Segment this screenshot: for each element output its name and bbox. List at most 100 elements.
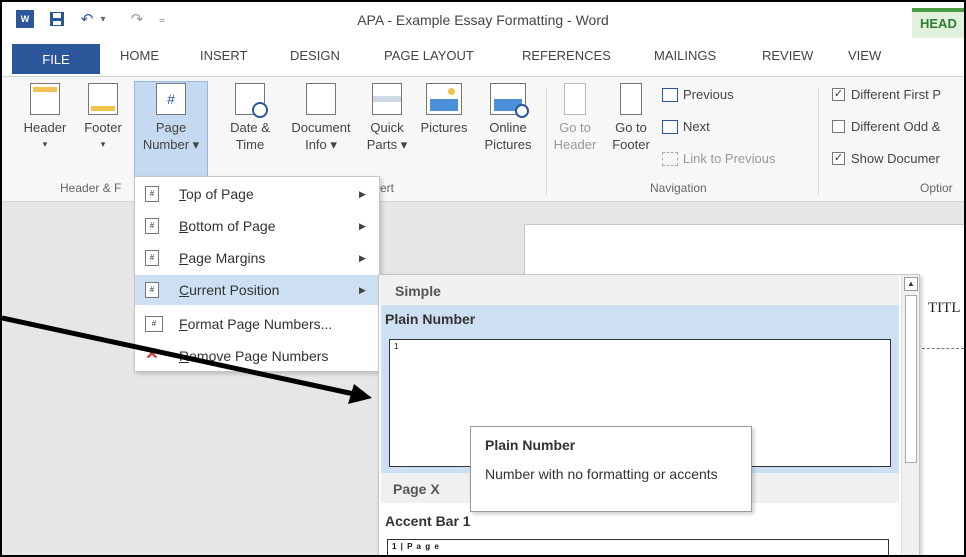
page-number-icon: # xyxy=(145,186,159,202)
go-to-header-label-line2: Header xyxy=(553,137,597,152)
online-pictures-label-line1: Online xyxy=(489,120,527,135)
tab-page-layout[interactable]: PAGE LAYOUT xyxy=(384,48,474,63)
preview-number: 1 | P a g e xyxy=(392,542,440,551)
footer-button[interactable]: Footer ▾ xyxy=(80,83,126,153)
tab-home[interactable]: HOME xyxy=(120,48,159,63)
gallery-item-accent-bar-1[interactable]: Accent Bar 1 xyxy=(385,513,471,529)
menu-item-label: Page Margins xyxy=(179,250,266,266)
page-number-label-line1: Page xyxy=(155,120,187,135)
scroll-thumb[interactable] xyxy=(905,295,917,463)
different-odd-even-checkbox[interactable]: Different Odd & xyxy=(832,119,940,134)
menu-item-page-margins[interactable]: # Page Margins ▶ xyxy=(135,243,379,273)
different-odd-even-label: Different Odd & xyxy=(851,119,941,134)
menu-item-label: Format Page Numbers... xyxy=(179,316,333,332)
previous-button[interactable]: Previous xyxy=(662,87,734,102)
menu-item-current-position[interactable]: # Current Position ▶ xyxy=(135,275,379,305)
document-info-label-line2: Info ▾ xyxy=(305,137,337,152)
word-window: W ↶ ▾ ↷ ₌ APA - Example Essay Formatting… xyxy=(0,0,966,557)
go-to-header-icon xyxy=(564,83,586,115)
menu-item-label: Bottom of Page xyxy=(179,218,276,234)
show-document-text-checkbox[interactable]: ✓ Show Documer xyxy=(832,151,940,166)
link-to-previous-label: Link to Previous xyxy=(683,151,776,166)
header-boundary-line xyxy=(922,348,964,349)
menu-item-label: Top of Page xyxy=(179,186,254,202)
page-number-menu: # Top of Page ▶ # Bottom of Page ▶ # Pag… xyxy=(134,176,380,372)
show-document-text-label: Show Documer xyxy=(851,151,940,166)
online-pictures-button[interactable]: Online Pictures xyxy=(478,83,538,153)
tab-file[interactable]: FILE xyxy=(12,44,100,74)
menu-item-remove-page-numbers[interactable]: ✕ Remove Page Numbers xyxy=(135,341,379,371)
ribbon-tab-bar: FILE HOME INSERT DESIGN PAGE LAYOUT REFE… xyxy=(2,38,964,76)
menu-item-label: Remove Page Numbers xyxy=(179,348,329,364)
go-to-footer-button[interactable]: Go to Footer xyxy=(606,83,656,153)
group-separator xyxy=(818,87,819,195)
link-icon xyxy=(662,151,678,166)
group-label-header-footer: Header & F xyxy=(60,181,122,195)
footer-icon xyxy=(88,83,118,115)
tab-references[interactable]: REFERENCES xyxy=(522,48,611,63)
tab-mailings[interactable]: MAILINGS xyxy=(654,48,716,63)
document-info-button[interactable]: Document Info ▾ xyxy=(284,83,358,153)
calendar-clock-icon xyxy=(235,83,268,118)
submenu-arrow-icon: ▶ xyxy=(359,188,366,199)
document-title-text: TITL xyxy=(928,300,961,316)
tab-design[interactable]: DESIGN xyxy=(290,48,340,63)
online-pictures-label-line2: Pictures xyxy=(484,137,532,152)
title-bar: W ↶ ▾ ↷ ₌ APA - Example Essay Formatting… xyxy=(2,2,964,38)
page-number-icon: # xyxy=(156,83,186,115)
go-to-footer-label-line2: Footer xyxy=(612,137,650,152)
menu-item-bottom-of-page[interactable]: # Bottom of Page ▶ xyxy=(135,211,379,241)
format-page-numbers-icon: # xyxy=(145,316,163,332)
quick-parts-label-line2: Parts ▾ xyxy=(366,137,408,152)
footer-button-label: Footer xyxy=(84,120,122,135)
document-info-icon xyxy=(306,83,336,115)
page-number-icon: # xyxy=(145,218,159,234)
pictures-label: Pictures xyxy=(420,120,468,135)
preview-number: 1 xyxy=(394,342,399,351)
group-label-insert: ert xyxy=(380,181,395,195)
submenu-arrow-icon: ▶ xyxy=(359,284,366,295)
page-number-icon: # xyxy=(145,250,159,266)
header-button[interactable]: Header ▾ xyxy=(22,83,68,153)
quick-parts-button[interactable]: Quick Parts ▾ xyxy=(362,83,412,153)
go-to-header-label-line1: Go to xyxy=(559,120,591,135)
header-icon xyxy=(30,83,60,115)
document-title: APA - Example Essay Formatting - Word xyxy=(357,12,609,28)
gallery-scrollbar[interactable]: ▲ xyxy=(901,275,919,555)
menu-item-format-page-numbers[interactable]: # Format Page Numbers... xyxy=(135,309,379,339)
go-to-footer-icon xyxy=(620,83,642,115)
tab-insert[interactable]: INSERT xyxy=(200,48,247,63)
date-time-button[interactable]: Date & Time xyxy=(222,83,278,153)
pictures-button[interactable]: Pictures xyxy=(416,83,472,136)
online-pictures-icon xyxy=(490,83,529,118)
tab-view[interactable]: VIEW xyxy=(848,48,881,63)
tab-review[interactable]: REVIEW xyxy=(762,48,813,63)
checkbox-unchecked-icon xyxy=(832,120,845,133)
page-number-icon: # xyxy=(145,282,159,298)
date-time-label-line2: Time xyxy=(235,137,265,152)
accent-bar-preview[interactable]: 1 | P a g e xyxy=(387,539,889,555)
previous-icon xyxy=(662,87,678,102)
quick-parts-label-line1: Quick xyxy=(370,120,404,135)
different-first-page-checkbox[interactable]: ✓ Different First P xyxy=(832,87,941,102)
go-to-header-button[interactable]: Go to Header xyxy=(550,83,600,153)
group-separator xyxy=(546,87,547,195)
next-button[interactable]: Next xyxy=(662,119,710,134)
menu-item-top-of-page[interactable]: # Top of Page ▶ xyxy=(135,179,379,209)
current-position-gallery: Simple Plain Number 1 Page X Accent Bar … xyxy=(378,274,920,555)
tooltip-description: Number with no formatting or accents xyxy=(485,466,718,482)
header-button-label: Header xyxy=(23,120,67,135)
plain-number-tooltip: Plain Number Number with no formatting o… xyxy=(470,426,752,512)
scroll-up-icon[interactable]: ▲ xyxy=(904,277,918,291)
page-number-button[interactable]: # Page Number ▾ xyxy=(134,83,208,153)
header-footer-tools-context-tab[interactable]: HEAD xyxy=(912,8,964,38)
checkbox-checked-icon: ✓ xyxy=(832,88,845,101)
menu-item-label: Current Position xyxy=(179,282,280,298)
submenu-arrow-icon: ▶ xyxy=(359,252,366,263)
group-label-options: Optior xyxy=(920,181,953,195)
header-dropdown-icon: ▾ xyxy=(42,139,48,149)
tooltip-title: Plain Number xyxy=(485,437,576,453)
link-to-previous-button[interactable]: Link to Previous xyxy=(662,151,776,166)
different-first-page-label: Different First P xyxy=(851,87,942,102)
remove-page-numbers-icon: ✕ xyxy=(145,346,159,364)
